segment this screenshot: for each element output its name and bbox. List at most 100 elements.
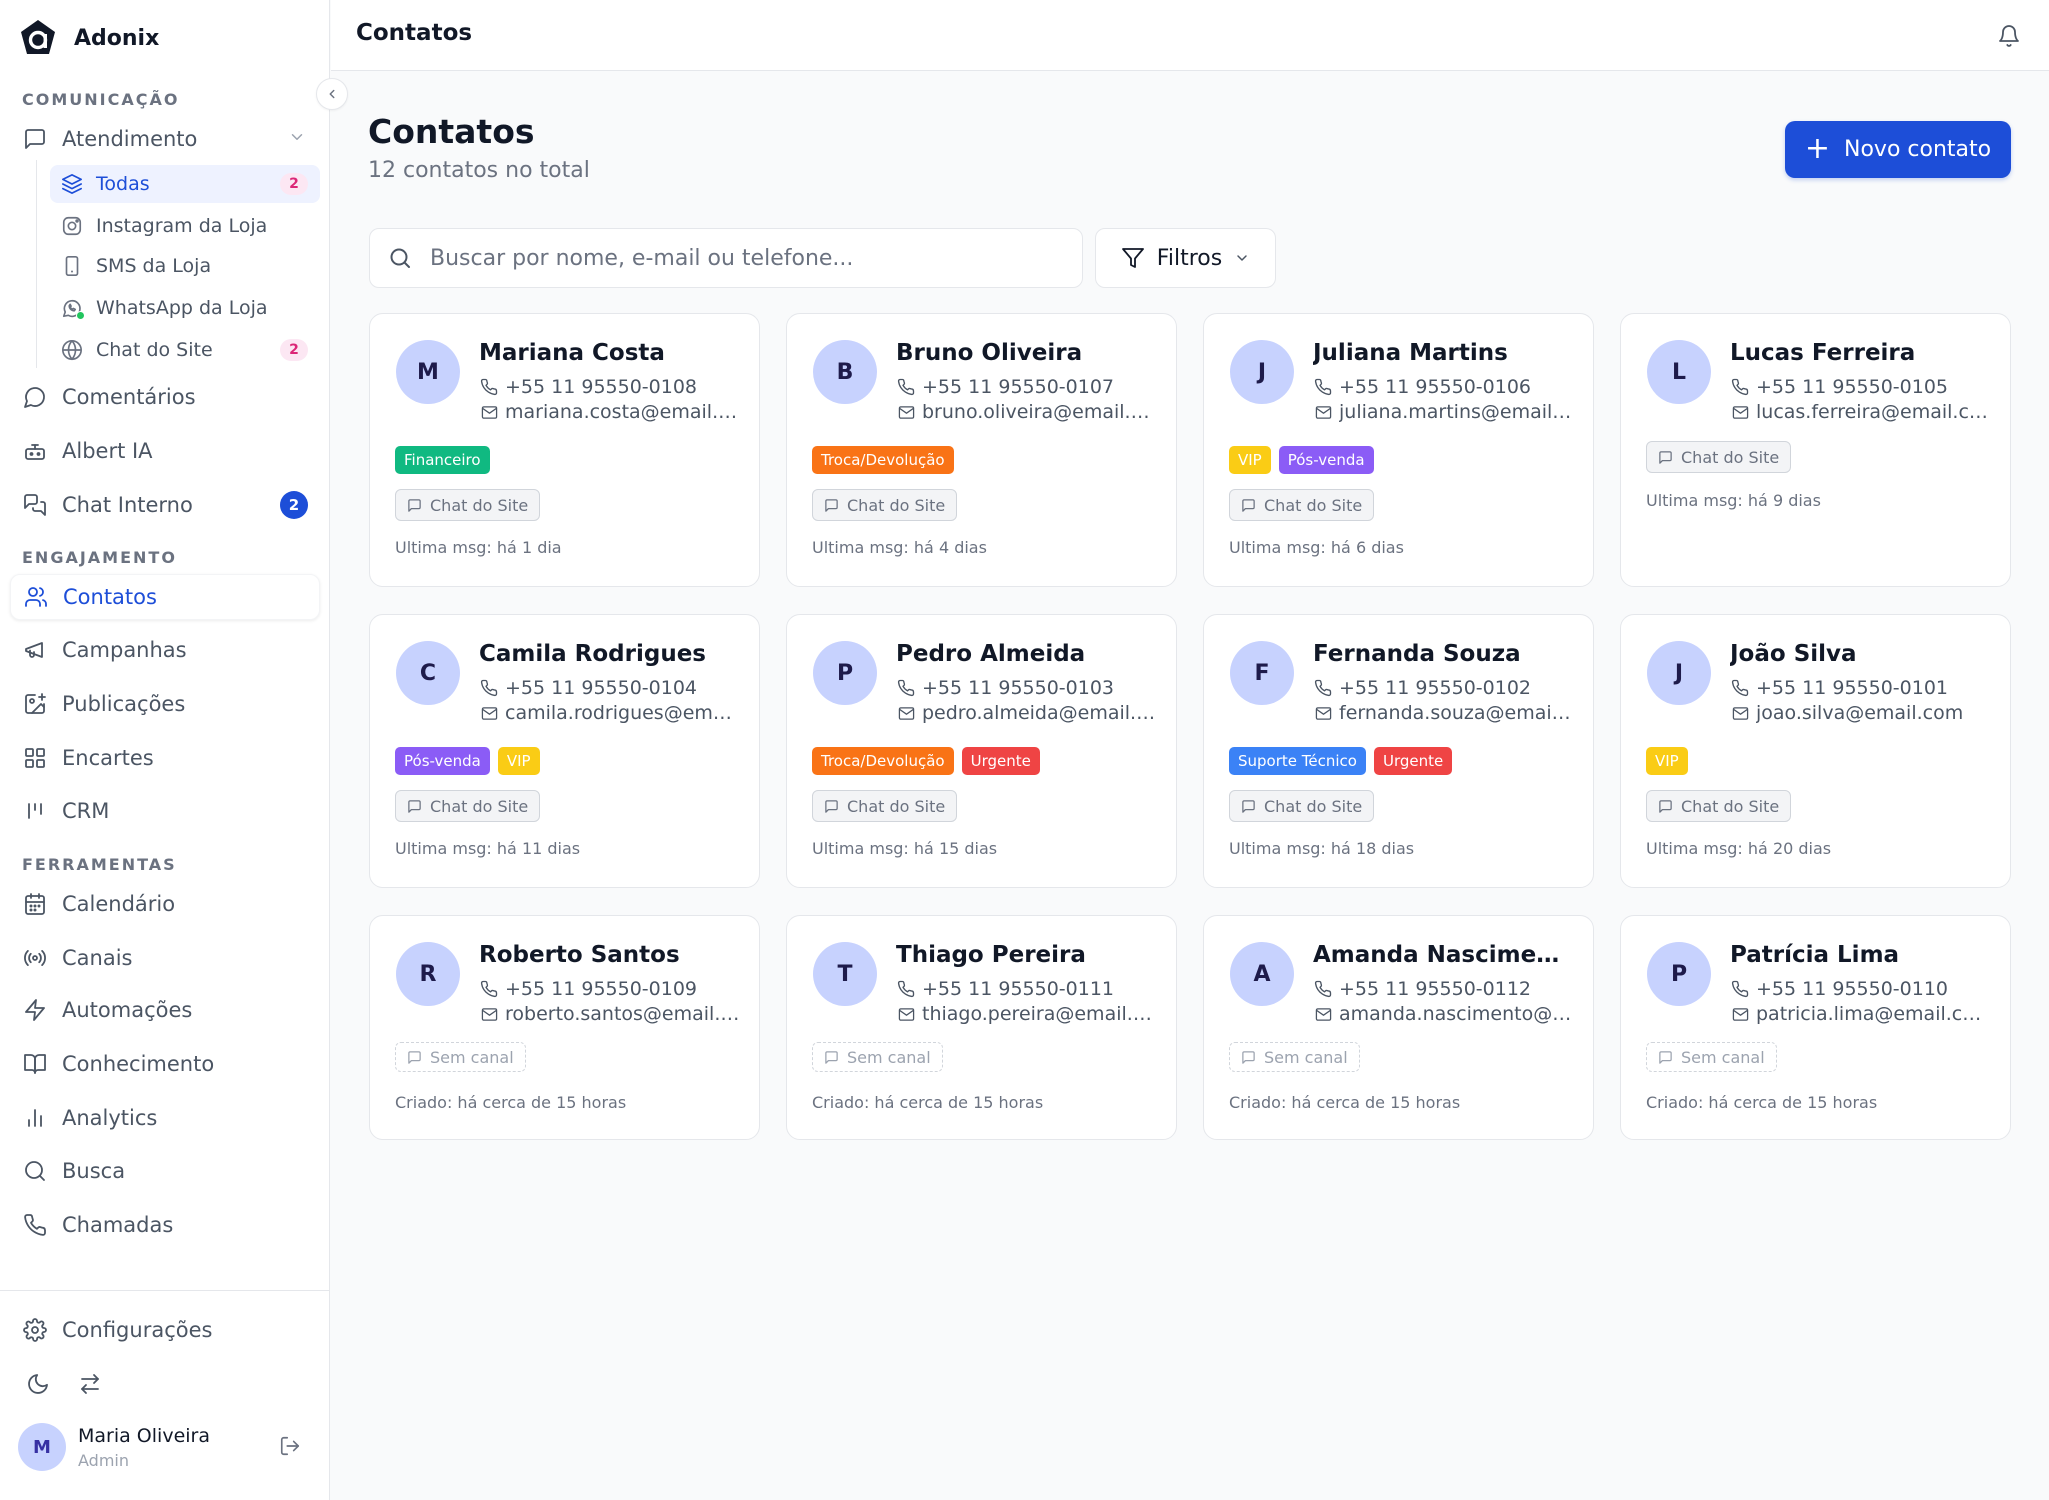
channel-badge: Sem canal: [395, 1042, 526, 1072]
contact-card[interactable]: F Fernanda Souza +55 11 95550-0102 fernanda…: [1203, 614, 1594, 888]
contact-phone-row: +55 11 95550-0111: [896, 978, 1158, 1000]
contact-phone-row: +55 11 95550-0109: [479, 978, 741, 1000]
nav-comentarios[interactable]: Comentários: [10, 374, 320, 420]
logout-button[interactable]: [272, 1428, 308, 1464]
top-bar: Contatos: [331, 0, 2049, 71]
theme-toggle-button[interactable]: [20, 1366, 56, 1402]
nav-contatos[interactable]: Contatos: [10, 574, 320, 620]
nav-publicacoes[interactable]: Publicações: [10, 681, 320, 727]
channel-badge: Chat do Site: [812, 790, 958, 822]
tag-badge: VIP: [1229, 446, 1271, 474]
section-label-ferramentas: FERRAMENTAS: [22, 855, 177, 874]
message-circle-icon: [22, 384, 48, 410]
tag-badge: Pós-venda: [395, 747, 490, 775]
arrow-left-right-icon: [81, 1374, 99, 1394]
contact-card[interactable]: J Juliana Martins +55 11 95550-0106 juliana…: [1203, 313, 1594, 587]
channel-label: Sem canal: [430, 1047, 514, 1067]
channel-label: Sem canal: [847, 1047, 931, 1067]
nav-calendario[interactable]: Calendário: [10, 881, 320, 927]
nav-analytics[interactable]: Analytics: [10, 1095, 320, 1141]
contact-phone: +55 11 95550-0112: [1339, 978, 1532, 1000]
contact-name: Camila Rodrigues: [479, 641, 706, 667]
last-activity: Criado: há cerca de 15 horas: [812, 1093, 1044, 1112]
sub-item-chat-do-site[interactable]: Chat do Site 2: [50, 331, 320, 369]
contact-card[interactable]: M Mariana Costa +55 11 95550-0108 mariana.c…: [369, 313, 760, 587]
chat-icon: [824, 1050, 839, 1065]
chat-icon: [1241, 799, 1256, 814]
contact-card[interactable]: P Pedro Almeida +55 11 95550-0103 pedro.alm…: [786, 614, 1177, 888]
filters-button[interactable]: Filtros: [1095, 228, 1276, 288]
nav-configuracoes[interactable]: Configurações: [10, 1307, 320, 1353]
tag-list: Pós-venda VIP: [395, 747, 540, 775]
tag-badge: VIP: [1646, 747, 1688, 775]
nav-chat-interno[interactable]: Chat Interno 2: [10, 482, 320, 528]
contact-name: Amanda Nascimento: [1313, 942, 1575, 968]
unread-badge: 2: [280, 339, 308, 361]
notifications-button[interactable]: [1991, 18, 2027, 54]
message-square-icon: [22, 126, 48, 152]
phone-icon: [896, 979, 916, 999]
channel-badge: Chat do Site: [1646, 790, 1792, 822]
nav-label: Publicações: [62, 692, 186, 716]
sub-item-label: WhatsApp da Loja: [96, 297, 268, 319]
sub-item-sms[interactable]: SMS da Loja: [50, 247, 320, 285]
adonix-logo-icon: [21, 20, 55, 54]
contact-card[interactable]: J João Silva +55 11 95550-0101 joao.silva@e…: [1620, 614, 2011, 888]
search-icon: [390, 248, 410, 268]
zap-icon: [22, 997, 48, 1023]
settings-icon: [22, 1317, 48, 1343]
contact-card[interactable]: L Lucas Ferreira +55 11 95550-0105 lucas.fe…: [1620, 313, 2011, 587]
contact-email: joao.silva@email.com: [1756, 702, 1964, 724]
phone-icon: [1313, 979, 1333, 999]
sub-item-instagram[interactable]: Instagram da Loja: [50, 207, 320, 245]
contact-phone-row: +55 11 95550-0112: [1313, 978, 1575, 1000]
nav-campanhas[interactable]: Campanhas: [10, 627, 320, 673]
channel-badge: Chat do Site: [812, 489, 958, 521]
nav-atendimento[interactable]: Atendimento: [10, 116, 320, 162]
page-title: Contatos: [368, 112, 535, 151]
nav-albert-ia[interactable]: Albert IA: [10, 428, 320, 474]
nav-label: Contatos: [63, 585, 157, 609]
contact-card[interactable]: P Patrícia Lima +55 11 95550-0110 patricia.…: [1620, 915, 2011, 1140]
collapse-sidebar-button[interactable]: [316, 78, 348, 110]
nav-busca[interactable]: Busca: [10, 1148, 320, 1194]
channel-label: Sem canal: [1681, 1047, 1765, 1067]
search-input[interactable]: [430, 245, 1050, 271]
nav-automacoes[interactable]: Automações: [10, 987, 320, 1033]
contact-card[interactable]: C Camila Rodrigues +55 11 95550-0104 camila…: [369, 614, 760, 888]
contact-email: patricia.lima@email.com: [1756, 1003, 1992, 1025]
phone-icon: [479, 979, 499, 999]
channel-badge: Sem canal: [1229, 1042, 1360, 1072]
nav-canais[interactable]: Canais: [10, 935, 320, 981]
brand[interactable]: Adonix: [18, 18, 159, 58]
contact-email-row: amanda.nascimento@email.com: [1313, 1003, 1575, 1025]
nav-crm[interactable]: CRM: [10, 788, 320, 834]
contact-email-row: mariana.costa@email.com: [479, 401, 741, 423]
nav-encartes[interactable]: Encartes: [10, 735, 320, 781]
contact-card[interactable]: A Amanda Nascimento +55 11 95550-0112 amand…: [1203, 915, 1594, 1140]
avatar: A: [1230, 942, 1294, 1006]
contact-card[interactable]: R Roberto Santos +55 11 95550-0109 roberto.…: [369, 915, 760, 1140]
avatar: F: [1230, 641, 1294, 705]
user-meta: Maria Oliveira Admin: [78, 1425, 210, 1470]
log-out-icon: [280, 1436, 300, 1456]
contact-card[interactable]: T Thiago Pereira +55 11 95550-0111 thiago.p…: [786, 915, 1177, 1140]
contact-card[interactable]: B Bruno Oliveira +55 11 95550-0107 bruno.ol…: [786, 313, 1177, 587]
contact-phone: +55 11 95550-0111: [922, 978, 1115, 1000]
phone-icon: [479, 678, 499, 698]
avatar: P: [1647, 942, 1711, 1006]
mail-icon: [896, 703, 916, 723]
nav-chamadas[interactable]: Chamadas: [10, 1202, 320, 1248]
chat-icon: [407, 1050, 422, 1065]
phone-icon: [1730, 979, 1750, 999]
new-contact-button[interactable]: + Novo contato: [1785, 121, 2011, 178]
sub-item-whatsapp[interactable]: WhatsApp da Loja: [50, 289, 320, 327]
channel-label: Chat do Site: [430, 796, 529, 816]
unread-badge: 2: [280, 173, 308, 195]
radio-icon: [22, 945, 48, 971]
switch-account-button[interactable]: [72, 1366, 108, 1402]
sub-item-todas[interactable]: Todas 2: [50, 165, 320, 203]
phone-icon: [896, 678, 916, 698]
mail-icon: [896, 402, 916, 422]
nav-conhecimento[interactable]: Conhecimento: [10, 1041, 320, 1087]
